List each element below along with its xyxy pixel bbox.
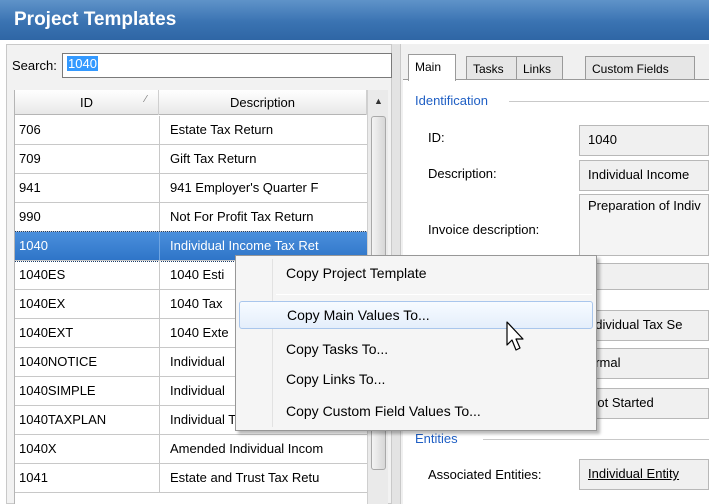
id-field[interactable]: 1040 [579,125,709,156]
window-title: Project Templates [14,9,177,30]
table-row[interactable]: 1040X Amended Individual Incom [15,435,367,464]
column-header-description[interactable]: Description [159,90,367,115]
associated-entities-field[interactable]: Individual Entity [579,459,709,490]
cell-id: 990 [19,209,41,224]
table-row[interactable]: 990 Not For Profit Tax Return [15,203,367,232]
window-title-bar: Project Templates [0,0,709,40]
group-divider [483,439,709,440]
tab-links[interactable]: Links [516,56,563,80]
cell-id: 1040EXT [19,325,74,340]
cell-id: 1040SIMPLE [19,383,96,398]
cell-description: Gift Tax Return [159,145,367,173]
table-row[interactable]: 941 941 Employer's Quarter F [15,174,367,203]
cell-id: 1040TAXPLAN [19,412,107,427]
id-label: ID: [428,130,445,145]
cell-id: 709 [19,151,41,166]
menu-item-copy-project-template[interactable]: Copy Project Template [239,260,593,288]
description-label: Description: [428,166,497,181]
invoice-description-label: Invoice description: [428,222,540,237]
column-header-description-label: Description [229,95,296,110]
template-type-field[interactable]: ndividual Tax Se [579,310,709,341]
cell-id: 1040NOTICE [19,354,98,369]
tab-main[interactable]: Main [408,54,456,81]
cell-id: 1041 [19,470,48,485]
menu-separator [276,294,592,295]
priority-field[interactable]: ormal [579,348,709,379]
group-divider [509,101,709,102]
table-row[interactable]: 709 Gift Tax Return [15,145,367,174]
status-field[interactable]: Not Started [579,388,709,419]
tab-custom-fields[interactable]: Custom Fields [585,56,695,80]
cell-description: 941 Employer's Quarter F [159,174,367,202]
column-header-id[interactable]: ID ⁄ [15,90,159,115]
associated-entities-label: Associated Entities: [428,467,542,482]
search-label: Search: [12,58,57,73]
search-input[interactable]: 1040 [62,53,392,78]
cell-id: 1040X [19,441,57,456]
identification-group-title: Identification [415,93,492,108]
menu-item-copy-custom-field-values[interactable]: Copy Custom Field Values To... [239,398,593,426]
field-blank[interactable] [579,263,709,290]
cell-id: 1040 [19,238,48,253]
scroll-up-arrow-icon[interactable]: ▲ [368,90,388,112]
menu-item-copy-tasks[interactable]: Copy Tasks To... [239,336,593,364]
search-row: Search: 1040 [6,53,392,79]
sort-indicator-icon: ⁄ [145,94,147,105]
table-row[interactable]: 1041 Estate and Trust Tax Retu [15,464,367,493]
cell-description: Not For Profit Tax Return [159,203,367,231]
cell-id: 941 [19,180,41,195]
invoice-description-field[interactable]: Preparation of Indiv [579,194,709,256]
menu-item-copy-links[interactable]: Copy Links To... [239,366,593,394]
search-input-value[interactable]: 1040 [67,56,98,71]
detail-tabs: Main Tasks Links Custom Fields [408,54,709,81]
cell-description: Estate and Trust Tax Retu [159,464,367,492]
grid-header: ID ⁄ Description [15,90,367,115]
cell-description: Amended Individual Incom [159,435,367,463]
cell-id: 1040ES [19,267,66,282]
cell-id: 1040EX [19,296,66,311]
mouse-pointer-icon [506,321,524,351]
tab-tasks[interactable]: Tasks [466,56,517,80]
table-row[interactable]: 706 Estate Tax Return [15,116,367,145]
context-menu: Copy Project Template Copy Main Values T… [235,255,597,431]
column-header-id-label: ID [80,95,93,110]
menu-item-copy-main-values[interactable]: Copy Main Values To... [239,301,593,329]
description-field[interactable]: Individual Income [579,160,709,191]
entities-group-title: Entities [415,431,462,446]
cell-id: 706 [19,122,41,137]
cell-description: Estate Tax Return [159,116,367,144]
